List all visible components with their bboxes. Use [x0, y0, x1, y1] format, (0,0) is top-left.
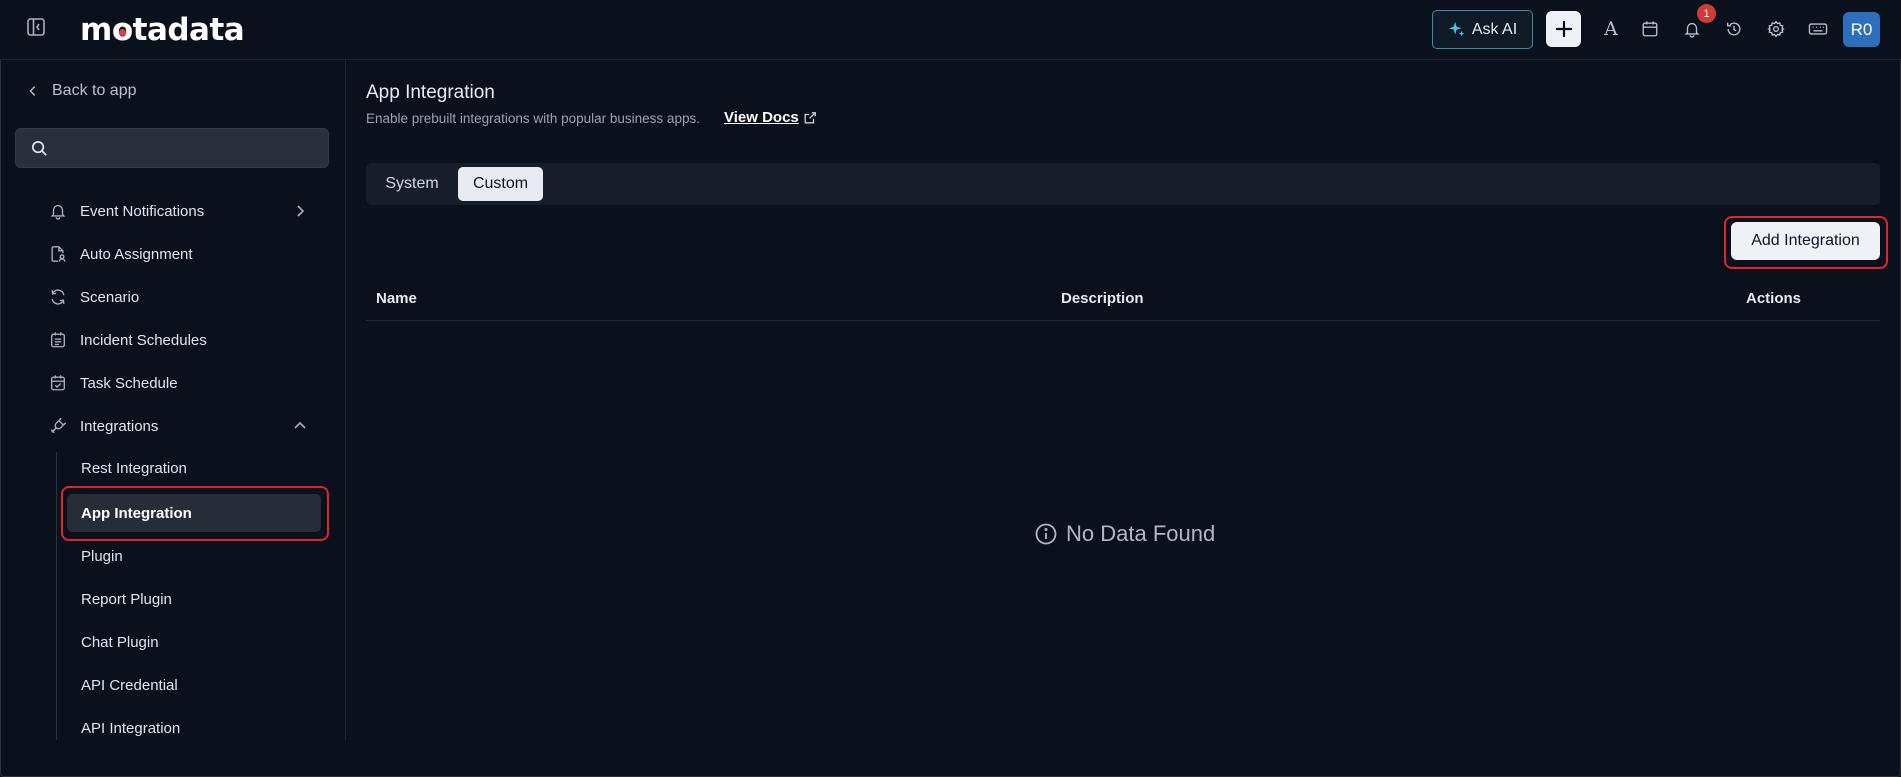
- table-header-divider: [366, 320, 1880, 321]
- clipboard-user-icon: [51, 246, 66, 262]
- sidebar-subitem-api-integration[interactable]: API Integration: [81, 717, 180, 739]
- bell-icon: [50, 204, 66, 220]
- sidebar: Back to app Event Notifications Auto Ass…: [0, 60, 346, 740]
- sparkle-icon: [1448, 21, 1465, 36]
- chevron-right-icon[interactable]: [292, 203, 308, 219]
- user-avatar[interactable]: R0: [1843, 12, 1880, 47]
- sidebar-item-label: Auto Assignment: [80, 245, 193, 263]
- sidebar-item-task-schedule[interactable]: Task Schedule: [49, 371, 178, 395]
- tab-system[interactable]: System: [370, 167, 454, 201]
- sidebar-search-input[interactable]: [60, 137, 320, 159]
- sidebar-toggle-icon[interactable]: [26, 17, 46, 37]
- plug-icon: [50, 417, 67, 434]
- ask-ai-button[interactable]: Ask AI: [1432, 10, 1533, 49]
- notification-bell-icon[interactable]: [1681, 18, 1703, 40]
- sidebar-item-label: Event Notifications: [80, 202, 205, 220]
- sidebar-item-label: Scenario: [80, 288, 140, 306]
- calendar-list-icon: [51, 332, 65, 348]
- refresh-icon: [51, 289, 65, 305]
- tab-bar: System Custom: [366, 163, 1880, 205]
- page-subtitle: Enable prebuilt integrations with popula…: [366, 111, 700, 126]
- sidebar-item-label: Integrations: [80, 417, 159, 435]
- chevron-up-icon[interactable]: [292, 418, 308, 434]
- gear-icon[interactable]: [1765, 18, 1787, 40]
- submenu-guide-line: [56, 452, 57, 740]
- view-docs-label: View Docs: [724, 109, 799, 126]
- column-header-description[interactable]: Description: [1061, 290, 1144, 307]
- sidebar-item-event-notifications[interactable]: Event Notifications: [49, 199, 204, 223]
- sidebar-item-scenario[interactable]: Scenario: [49, 285, 139, 309]
- plus-icon: [1555, 20, 1572, 38]
- sidebar-subitem-plugin[interactable]: Plugin: [81, 545, 123, 567]
- notification-count-badge: 1: [1697, 4, 1716, 23]
- sidebar-item-auto-assignment[interactable]: Auto Assignment: [49, 242, 193, 266]
- sidebar-item-label: Task Schedule: [80, 374, 178, 392]
- sidebar-subitem-chat-plugin[interactable]: Chat Plugin: [81, 631, 159, 653]
- search-icon: [31, 140, 47, 156]
- keyboard-icon[interactable]: [1807, 18, 1829, 40]
- calendar-check-icon: [51, 375, 65, 391]
- sidebar-subitem-rest-integration[interactable]: Rest Integration: [81, 457, 187, 479]
- font-icon-glyph: A: [1604, 18, 1618, 40]
- logo-o: o: [111, 12, 133, 48]
- motadata-logo[interactable]: m o tadata: [80, 11, 245, 49]
- sidebar-search[interactable]: [15, 128, 329, 168]
- highlight-outline: [1724, 216, 1888, 269]
- back-to-app-label: Back to app: [52, 82, 137, 99]
- calendar-icon[interactable]: [1639, 18, 1661, 40]
- external-link-icon: [804, 111, 816, 123]
- column-header-actions: Actions: [1746, 290, 1802, 307]
- info-icon: [1035, 523, 1057, 545]
- page-title: App Integration: [366, 82, 495, 103]
- top-bar: m o tadata Ask AI A 1 R0: [0, 0, 1901, 60]
- tab-custom[interactable]: Custom: [458, 167, 543, 201]
- column-header-name[interactable]: Name: [376, 290, 417, 307]
- history-icon[interactable]: [1723, 18, 1745, 40]
- sidebar-item-incident-schedules[interactable]: Incident Schedules: [49, 328, 207, 352]
- view-docs-link[interactable]: View Docs: [724, 109, 817, 126]
- highlight-outline: [61, 486, 329, 541]
- empty-state-message: No Data Found: [1066, 521, 1216, 546]
- ask-ai-label: Ask AI: [1471, 20, 1518, 38]
- font-size-icon[interactable]: A: [1600, 18, 1622, 40]
- sidebar-subitem-report-plugin[interactable]: Report Plugin: [81, 588, 172, 610]
- sidebar-item-label: Incident Schedules: [80, 331, 207, 349]
- sidebar-subitem-api-credential[interactable]: API Credential: [81, 674, 178, 696]
- create-new-button[interactable]: [1546, 11, 1581, 47]
- logo-text-1: m: [80, 12, 112, 48]
- chevron-left-icon: [29, 86, 36, 96]
- back-to-app-link[interactable]: Back to app: [26, 82, 137, 100]
- logo-text-2: tadata: [132, 12, 245, 48]
- sidebar-item-integrations[interactable]: Integrations: [49, 414, 158, 438]
- empty-state: No Data Found: [1034, 521, 1215, 547]
